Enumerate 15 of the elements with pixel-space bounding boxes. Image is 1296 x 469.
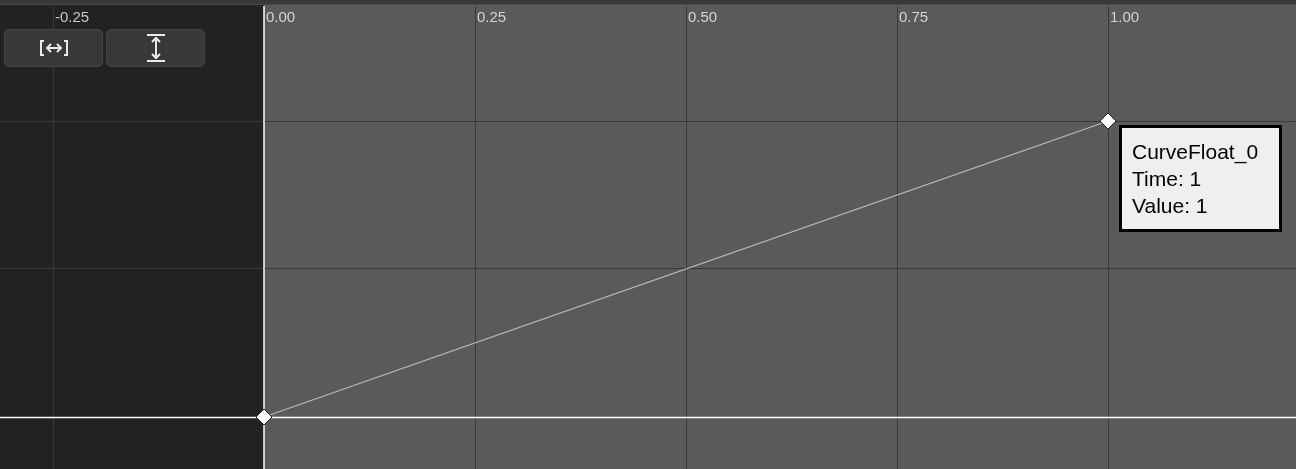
tooltip-title: CurveFloat_0 [1132,139,1259,165]
fit-horizontal-icon [38,38,69,58]
time-tick-label: 0.00 [266,8,296,26]
fit-horizontal-button[interactable] [4,29,103,67]
time-tick-label: 1.00 [1110,8,1140,26]
curve-key[interactable] [255,408,273,426]
tooltip-time: Time: 1 [1132,166,1202,192]
time-tick-label: -0.25 [55,8,90,26]
time-tick-label: 0.50 [688,8,718,26]
tooltip-value: Value: 1 [1132,193,1208,219]
time-tick-label: 0.75 [899,8,929,26]
curve-key[interactable] [1099,112,1117,130]
time-tick-label: 0.25 [477,8,507,26]
fit-vertical-button[interactable] [106,29,205,67]
fit-vertical-icon [144,33,167,63]
